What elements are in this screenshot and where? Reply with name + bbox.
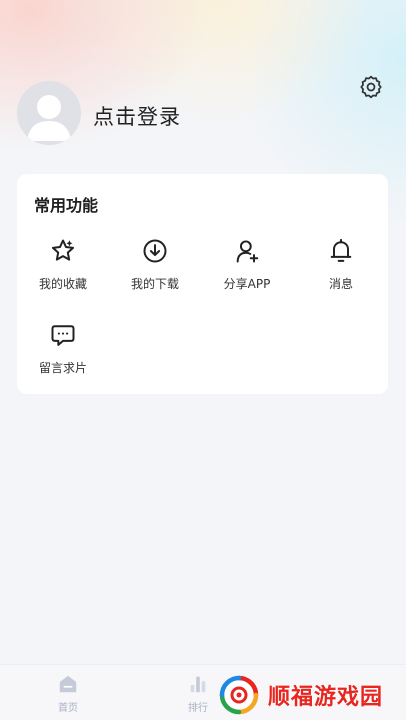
settings-button[interactable]	[356, 72, 386, 102]
watermark-logo-icon	[219, 675, 259, 715]
share-app-button[interactable]: 分享APP	[201, 236, 293, 292]
share-app-label: 分享APP	[223, 277, 271, 291]
home-icon	[59, 675, 77, 693]
message-icon	[51, 325, 75, 346]
messages-button[interactable]: 消息	[295, 236, 387, 292]
messages-label: 消息	[328, 277, 353, 291]
share-user-icon	[236, 240, 259, 263]
favorites-label: 我的收藏	[38, 277, 87, 291]
tab-home-label: 首页	[58, 703, 78, 714]
tab-home[interactable]: 首页	[38, 673, 98, 714]
bell-icon	[330, 238, 352, 262]
card-title: 常用功能	[34, 196, 99, 215]
login-link[interactable]: 点击登录	[93, 101, 181, 131]
download-icon	[143, 239, 167, 263]
common-functions-card: 常用功能 我的收藏 我的下载 分享APP 消息 留言求片	[17, 174, 388, 394]
request-film-button[interactable]: 留言求片	[17, 320, 109, 376]
favorites-button[interactable]: 我的收藏	[17, 236, 109, 292]
watermark: 顺福游戏园	[218, 672, 406, 718]
downloads-button[interactable]: 我的下载	[109, 236, 201, 292]
watermark-text: 顺福游戏园	[268, 685, 384, 710]
user-avatar-icon	[27, 95, 71, 141]
tab-rank-label: 排行	[188, 703, 208, 714]
rank-icon	[190, 676, 206, 693]
downloads-label: 我的下载	[130, 277, 179, 291]
avatar[interactable]	[17, 81, 81, 145]
gear-icon	[360, 75, 382, 99]
star-icon	[51, 239, 75, 261]
request-film-label: 留言求片	[38, 361, 87, 375]
